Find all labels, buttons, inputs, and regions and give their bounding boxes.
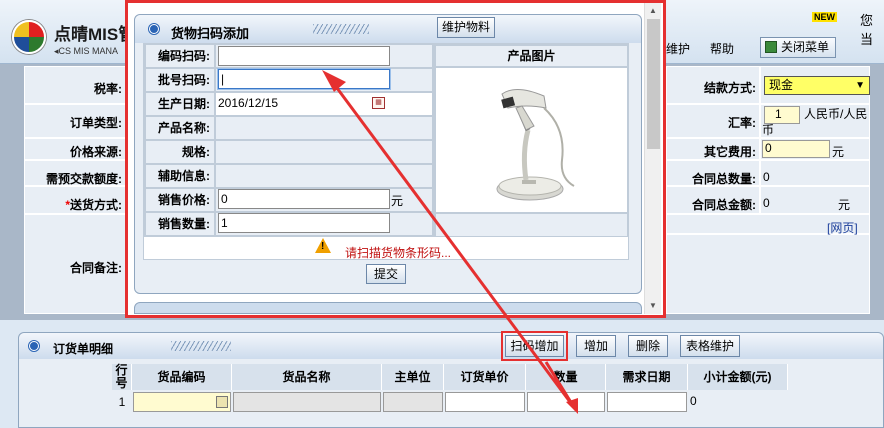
order-detail-title: 订货单明细 [53, 342, 114, 356]
new-badge: NEW [812, 12, 837, 22]
production-date-input[interactable]: 2016/12/15 ▦ [216, 93, 432, 115]
total-amount-value: 0 [763, 196, 770, 210]
close-menu-icon [765, 41, 777, 53]
price-source-label: 价格来源: [70, 145, 122, 159]
spec-label: 规格: [146, 141, 214, 163]
exchange-rate-label: 汇率: [728, 116, 756, 130]
scroll-up-icon[interactable]: ▲ [649, 6, 657, 15]
payment-method-value: 现金 [769, 78, 794, 92]
col-header-required-date: 需求日期 [606, 364, 688, 390]
aux-info-value [216, 165, 432, 187]
unit-input [383, 392, 443, 412]
sale-qty-label: 销售数量: [146, 213, 214, 235]
col-header-item-code: 货品编码 [132, 364, 232, 390]
order-type-label: 订单类型: [70, 116, 122, 130]
menu-help[interactable]: 帮助 [710, 40, 734, 57]
maintain-material-button[interactable]: 维护物料 [437, 17, 495, 38]
aux-info-label: 辅助信息: [146, 165, 214, 187]
lookup-icon[interactable] [216, 396, 228, 408]
sale-price-input[interactable]: 0 [218, 189, 390, 209]
dropdown-arrow-icon: ▼ [855, 80, 865, 91]
total-qty-value: 0 [763, 170, 770, 184]
dialog-scrollbar[interactable]: ▲ ▼ [644, 3, 661, 314]
scrollbar-thumb[interactable] [647, 19, 660, 149]
table-maintain-button[interactable]: 表格维护 [680, 335, 740, 357]
panel-bullet-icon [29, 341, 39, 351]
next-panel-header [134, 302, 642, 314]
app-subtitle: ◂CS MIS MANA [54, 46, 119, 56]
production-date-label: 生产日期: [146, 93, 214, 115]
batch-scan-label: 批号扫码: [146, 69, 214, 91]
order-detail-header: 订货单明细 [19, 333, 883, 359]
code-scan-input[interactable] [218, 46, 390, 66]
image-footer-cell [436, 214, 627, 236]
payment-method-select[interactable]: 现金 ▼ [764, 76, 870, 95]
app-subtitle-text: CS MIS MANA [58, 46, 119, 56]
product-name-value [216, 117, 432, 139]
payment-method-label: 结款方式: [704, 81, 756, 95]
menu-maintain[interactable]: 维护 [666, 40, 690, 57]
exchange-rate-unit: 人民币/人民币 [762, 107, 868, 137]
web-link[interactable]: [网页] [827, 219, 858, 236]
product-image-cell [436, 68, 627, 212]
sale-qty-input[interactable]: 1 [218, 213, 390, 233]
spec-value [216, 141, 432, 163]
delivery-method-label: *送货方式: [40, 196, 122, 213]
col-header-row-no: 行号 [112, 364, 132, 390]
item-name-input [233, 392, 381, 412]
other-fee-label: 其它费用: [704, 145, 756, 159]
user-greeting: 您当 [860, 13, 874, 47]
col-header-quantity: 数量 [526, 364, 606, 390]
close-menu-button[interactable]: 关闭菜单 [760, 37, 837, 58]
other-fee-value: 0 [765, 141, 772, 155]
subtotal-value: 0 [690, 394, 697, 408]
sale-price-label: 销售价格: [146, 189, 214, 211]
col-header-unit: 主单位 [382, 364, 444, 390]
header-hatch-decoration [171, 341, 231, 351]
header-hatch-decoration [313, 24, 369, 34]
dialog-title: 货物扫码添加 [171, 26, 250, 41]
warning-icon: ! [315, 238, 331, 253]
total-qty-label: 合同总数量: [692, 172, 756, 186]
item-code-input[interactable] [133, 392, 231, 412]
quantity-input[interactable] [527, 392, 605, 412]
other-fee-input[interactable]: 0 [762, 140, 830, 158]
col-header-unit-price: 订货单价 [444, 364, 526, 390]
delivery-method-text: 送货方式: [70, 198, 122, 212]
scroll-down-icon[interactable]: ▼ [649, 301, 657, 310]
dialog-header: 货物扫码添加 [135, 15, 641, 43]
total-amount-label: 合同总金额: [692, 198, 756, 212]
panel-bullet-icon [149, 24, 159, 34]
app-logo-icon [12, 20, 46, 54]
tax-rate-label: 税率: [94, 82, 122, 96]
prepay-limit-label: 需预交款额度: [46, 172, 122, 186]
col-header-item-name: 货品名称 [232, 364, 382, 390]
production-date-value: 2016/12/15 [218, 96, 279, 110]
required-date-input[interactable] [607, 392, 687, 412]
add-button[interactable]: 增加 [576, 335, 616, 357]
other-fee-unit: 元 [832, 145, 845, 159]
sale-price-unit: 元 [391, 194, 404, 208]
close-menu-label: 关闭菜单 [781, 40, 830, 54]
contract-remark-label: 合同备注: [70, 261, 122, 275]
product-name-label: 产品名称: [146, 117, 214, 139]
col-header-subtotal: 小计金额(元) [688, 364, 788, 390]
app-title: 点晴MIS管 [54, 25, 136, 44]
total-amount-unit: 元 [838, 198, 851, 212]
unit-price-input[interactable] [445, 392, 525, 412]
row-number: 1 [118, 395, 126, 409]
form-cell [666, 234, 870, 314]
delete-button[interactable]: 删除 [628, 335, 668, 357]
submit-button[interactable]: 提交 [366, 264, 406, 284]
scan-prompt-text: 请扫描货物条形码... [345, 246, 452, 260]
product-image-header: 产品图片 [436, 46, 627, 66]
calendar-icon[interactable]: ▦ [372, 97, 385, 109]
barcode-scanner-image [496, 89, 575, 201]
form-cell [760, 186, 870, 214]
batch-scan-input[interactable]: | [218, 69, 390, 89]
form-cell [760, 160, 870, 186]
scan-add-button[interactable]: 扫码增加 [505, 335, 564, 357]
code-scan-label: 编码扫码: [146, 45, 214, 67]
